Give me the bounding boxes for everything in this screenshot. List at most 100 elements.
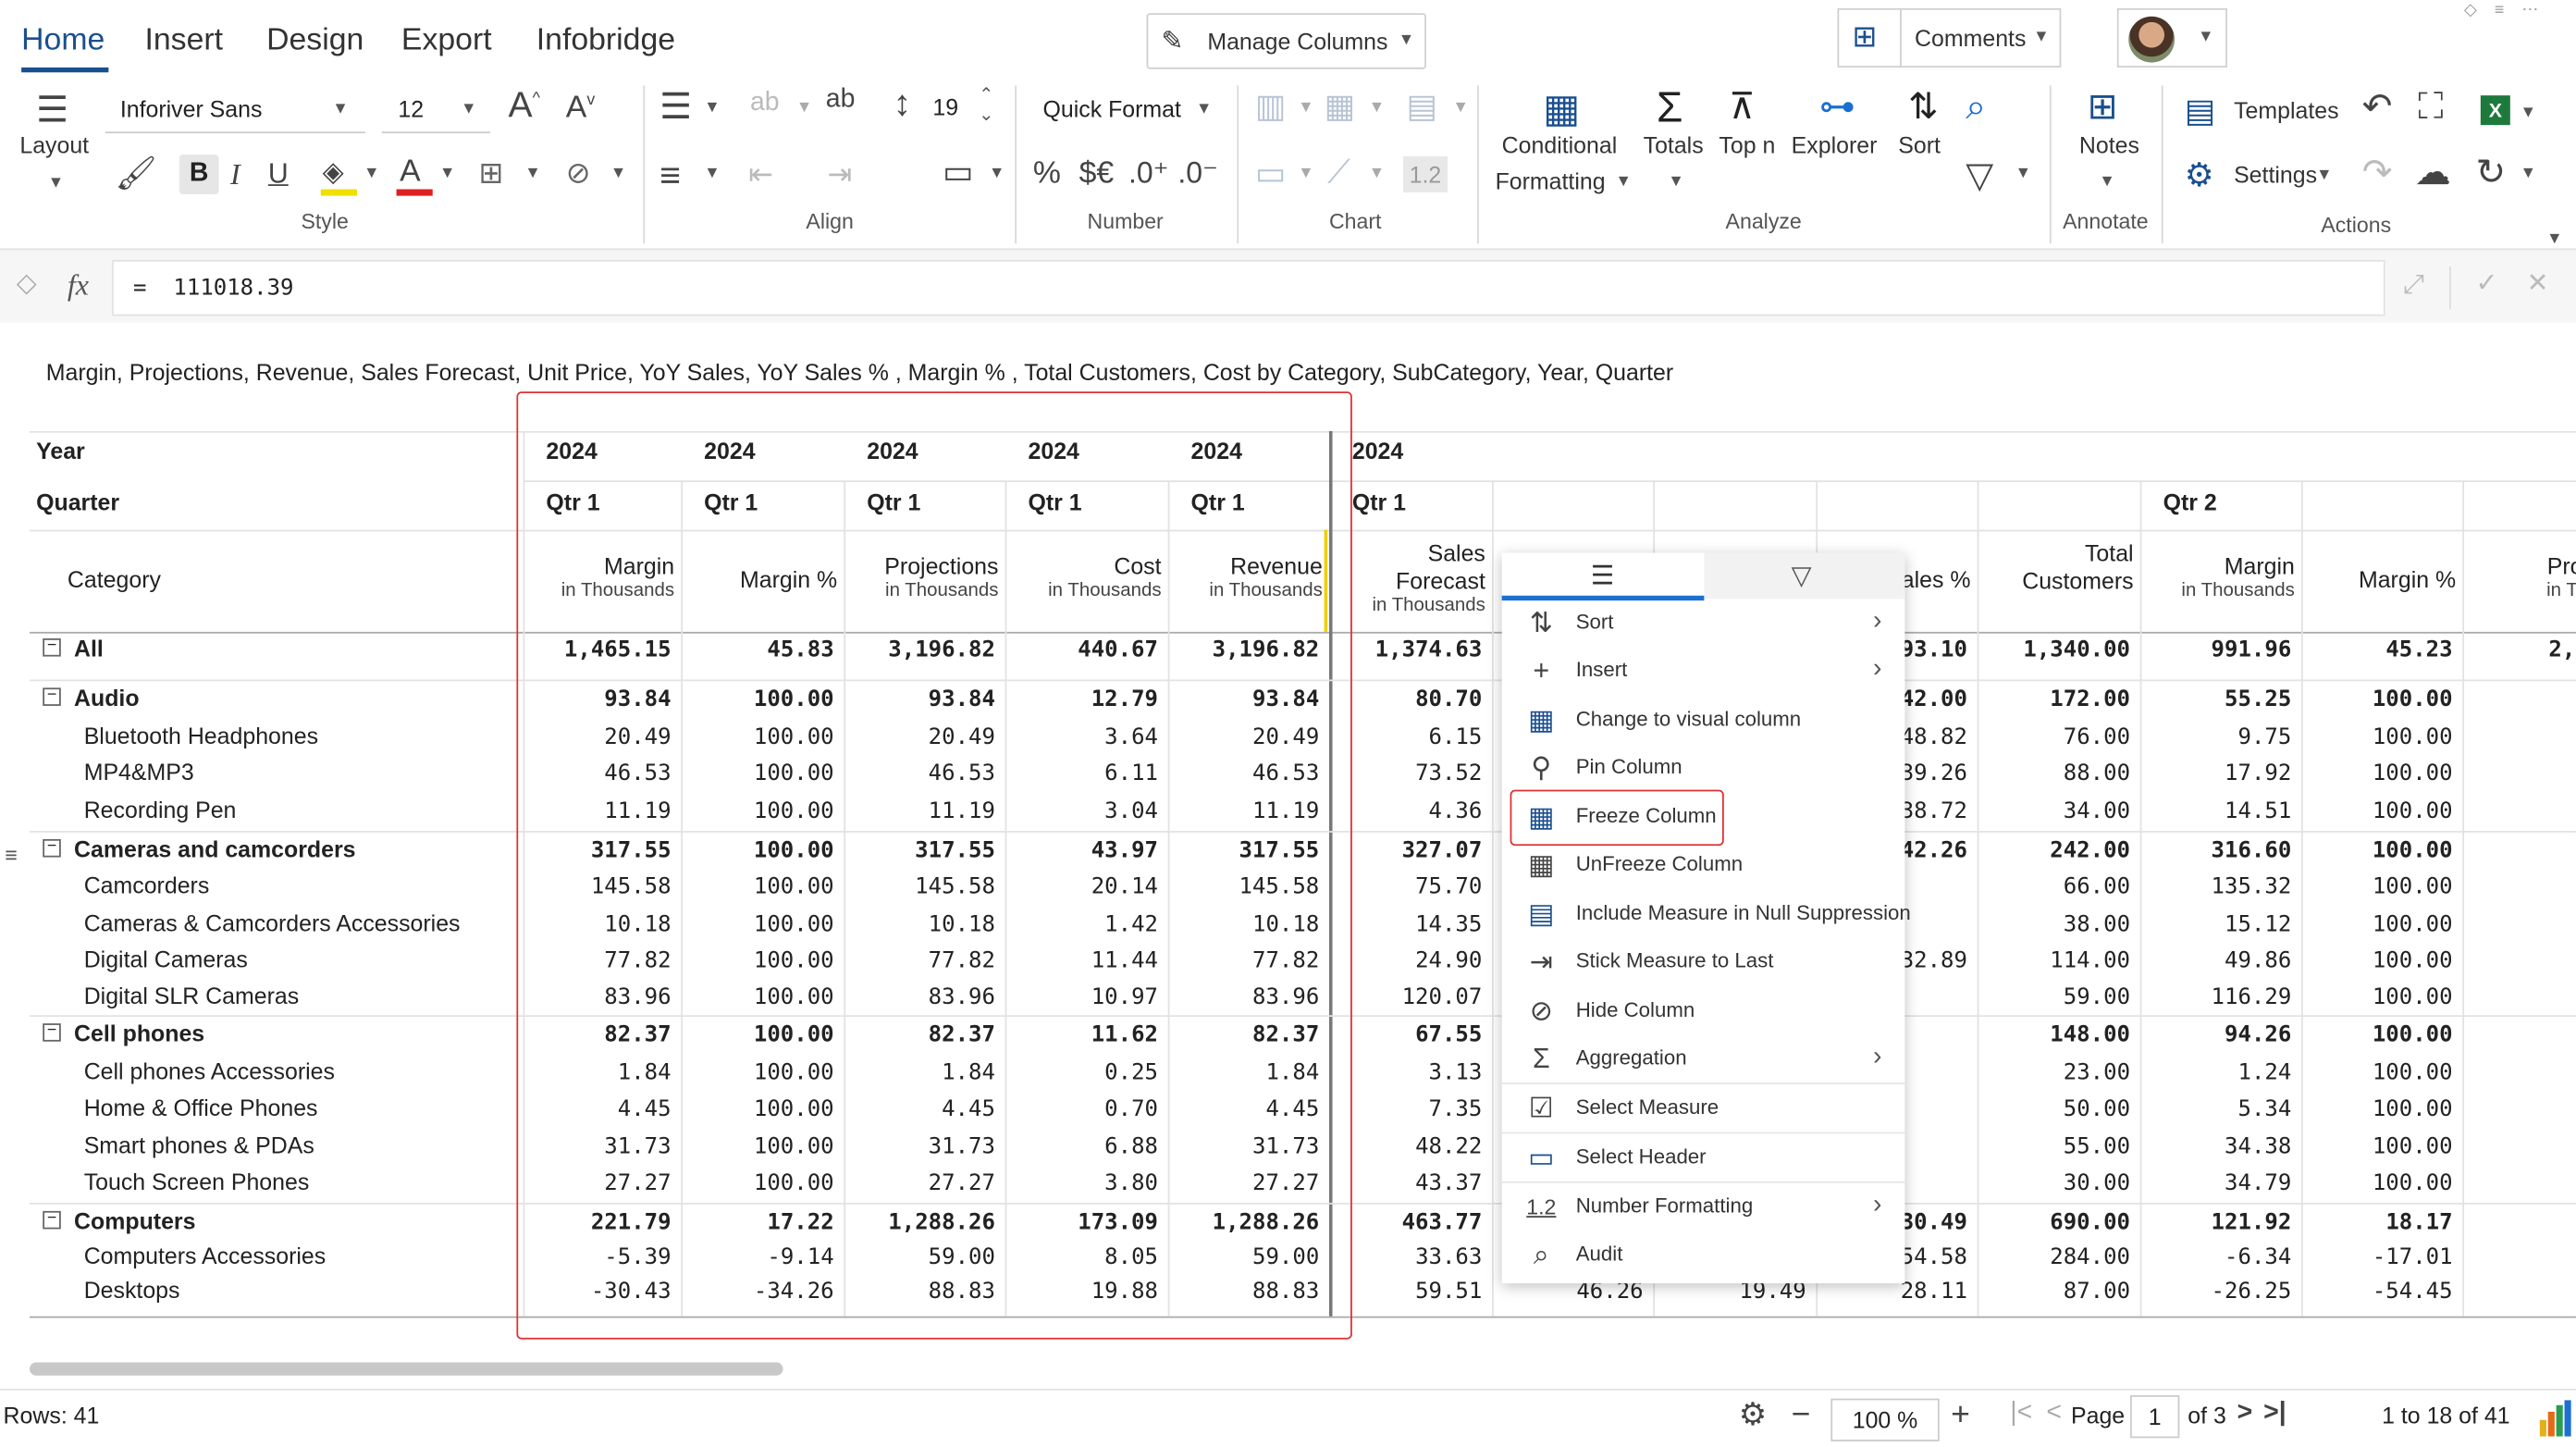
- data-cell[interactable]: 18.17: [2301, 1209, 2452, 1235]
- menu-item-aggregation[interactable]: Σ Aggregation ›: [1502, 1035, 1905, 1084]
- row-handle-icon[interactable]: ≡: [5, 843, 18, 868]
- data-cell[interactable]: 1: [2462, 1059, 2576, 1085]
- variance-chart-icon[interactable]: ▦: [1325, 91, 1356, 124]
- data-cell[interactable]: 5: [2462, 1095, 2576, 1121]
- fullscreen-icon[interactable]: ⛶: [2418, 88, 2443, 125]
- zoom-input[interactable]: 100 %: [1830, 1398, 1940, 1441]
- zoom-out-icon[interactable]: −: [1792, 1399, 1811, 1432]
- data-cell[interactable]: -54.45: [2301, 1279, 2453, 1305]
- filter-icon[interactable]: ▽: [1966, 157, 1993, 194]
- data-cell[interactable]: 316: [2462, 837, 2576, 863]
- data-cell[interactable]: 17: [2462, 761, 2576, 786]
- data-cell[interactable]: 114.00: [1978, 947, 2130, 973]
- data-cell[interactable]: 116: [2462, 983, 2576, 1009]
- data-cell[interactable]: 135.32: [2140, 873, 2292, 899]
- column-measure-header[interactable]: Margin %: [2301, 566, 2456, 594]
- prev-page-icon[interactable]: <: [2046, 1400, 2062, 1426]
- menu-item-audit[interactable]: ⌕ Audit: [1502, 1231, 1905, 1280]
- menu-item-change-to-visual-column[interactable]: ▦ Change to visual column: [1502, 696, 1905, 745]
- menu-item-insert[interactable]: + Insert ›: [1502, 647, 1905, 696]
- data-cell[interactable]: 100.00: [2301, 1169, 2453, 1195]
- data-cell[interactable]: 242.00: [1978, 837, 2130, 863]
- data-cell[interactable]: 37: [2462, 1243, 2576, 1269]
- increase-font-icon[interactable]: A^: [509, 86, 540, 123]
- settings-button[interactable]: ⚙ Settings ▼: [2185, 155, 2333, 197]
- data-cell[interactable]: 9.75: [2140, 724, 2291, 749]
- templates-button[interactable]: ▤ Templates: [2185, 91, 2349, 133]
- data-cell[interactable]: 135: [2462, 873, 2576, 899]
- align-left-icon[interactable]: ☰: [659, 88, 692, 125]
- data-cell[interactable]: 100.00: [2301, 1133, 2453, 1159]
- data-cell[interactable]: 284.00: [1978, 1243, 2130, 1269]
- sparkline-icon[interactable]: ⟋: [1327, 156, 1350, 190]
- upload-icon[interactable]: ☁: [2415, 154, 2451, 191]
- data-cell[interactable]: 100.00: [2301, 724, 2453, 749]
- data-cell[interactable]: 88.00: [1978, 761, 2130, 786]
- layout-button[interactable]: ☰ Layout ▼: [19, 89, 92, 197]
- font-color-icon[interactable]: A: [400, 156, 421, 188]
- data-cell[interactable]: 671: [2462, 1209, 2576, 1235]
- menu-item-hide-column[interactable]: ⊘ Hide Column: [1502, 987, 1905, 1036]
- collapse-toggle[interactable]: −: [43, 686, 61, 706]
- data-cell[interactable]: 34.38: [2140, 1133, 2291, 1159]
- data-cell[interactable]: 59.00: [1978, 983, 2130, 1009]
- data-cell[interactable]: 34.00: [1978, 798, 2130, 824]
- data-cell[interactable]: 15.12: [2140, 911, 2291, 937]
- bullet-chart-icon[interactable]: ▭: [1255, 158, 1287, 192]
- undo-icon[interactable]: ↶: [2362, 88, 2393, 125]
- borders-icon[interactable]: ⊞: [479, 158, 504, 188]
- data-cell[interactable]: 14: [2462, 798, 2576, 824]
- data-cell[interactable]: 148.00: [1978, 1021, 2130, 1047]
- menu-tab-filter[interactable]: ▽: [1704, 552, 1905, 600]
- column-measure-header[interactable]: Total Customers: [1978, 539, 2133, 595]
- data-cell[interactable]: 55.25: [2140, 686, 2291, 712]
- window-controls[interactable]: ◇ ≡ ⋯: [2464, 2, 2545, 20]
- font-family-select[interactable]: Inforiver Sans ▼: [105, 84, 365, 134]
- collapse-ribbon-icon[interactable]: ▼: [2546, 230, 2563, 249]
- check-icon[interactable]: ✓: [2475, 271, 2497, 297]
- data-cell[interactable]: 15: [2462, 911, 2576, 937]
- underline-button[interactable]: U: [268, 160, 289, 188]
- gear-icon[interactable]: ⚙: [1739, 1400, 1767, 1431]
- data-cell[interactable]: 100.00: [2301, 686, 2453, 712]
- data-cell[interactable]: 690.00: [1978, 1209, 2130, 1235]
- column-measure-header[interactable]: Sales Forecast in Thousands: [1329, 539, 1485, 617]
- collapse-toggle[interactable]: −: [43, 1022, 61, 1042]
- data-cell[interactable]: 100.00: [2301, 1021, 2453, 1047]
- data-cell[interactable]: -17.01: [2301, 1243, 2453, 1269]
- menu-item-pin-column[interactable]: ⚲ Pin Column: [1502, 744, 1905, 793]
- data-cell[interactable]: 100.00: [2301, 1059, 2453, 1085]
- menu-item-select-header[interactable]: ▭ Select Header: [1501, 1132, 1905, 1182]
- data-cell[interactable]: 121.92: [2140, 1209, 2292, 1235]
- zoom-in-icon[interactable]: +: [1951, 1399, 1970, 1432]
- data-cell[interactable]: 76.00: [1978, 724, 2130, 749]
- last-page-icon[interactable]: >|: [2263, 1400, 2286, 1426]
- close-icon[interactable]: ✕: [2527, 271, 2549, 297]
- manage-columns-button[interactable]: ✎ Manage Columns ▼: [1146, 13, 1426, 69]
- data-cell[interactable]: 50.00: [1978, 1095, 2130, 1121]
- data-cell[interactable]: 38.00: [1978, 911, 2130, 937]
- eraser-icon[interactable]: ◇: [17, 271, 37, 297]
- data-cell[interactable]: 9: [2462, 724, 2576, 749]
- horizontal-scrollbar-thumb[interactable]: [30, 1362, 783, 1376]
- data-cell[interactable]: 94.26: [2140, 1021, 2291, 1047]
- font-size-select[interactable]: 12 ▼: [381, 84, 490, 134]
- column-width-icon[interactable]: ▭: [943, 156, 974, 190]
- currency-button[interactable]: $€: [1079, 158, 1115, 190]
- menu-item-sort[interactable]: ⇅ Sort ›: [1502, 599, 1905, 648]
- menu-item-number-formatting[interactable]: 1.2 Number Formatting ›: [1501, 1181, 1905, 1232]
- search-icon[interactable]: ⌕: [1966, 88, 1986, 125]
- text-rotate-icon[interactable]: ab: [826, 86, 856, 113]
- menu-item-stick-measure-to-last[interactable]: ⇥ Stick Measure to Last: [1502, 938, 1905, 987]
- redo-icon[interactable]: ↷: [2362, 154, 2393, 191]
- data-cell[interactable]: 34: [2462, 1169, 2576, 1195]
- page-input[interactable]: 1: [2130, 1395, 2180, 1439]
- menu-item-select-measure[interactable]: ☑ Select Measure: [1501, 1082, 1905, 1133]
- decrease-font-icon[interactable]: Av: [566, 93, 595, 124]
- data-cell[interactable]: 100.00: [2301, 873, 2453, 899]
- tab-insert[interactable]: Insert: [144, 23, 223, 59]
- data-labels-button[interactable]: 1.2: [1402, 155, 1448, 193]
- data-cell[interactable]: 14.51: [2140, 798, 2291, 824]
- data-cell[interactable]: 172.00: [1978, 686, 2130, 712]
- formula-input[interactable]: = 111018.39: [111, 259, 2385, 316]
